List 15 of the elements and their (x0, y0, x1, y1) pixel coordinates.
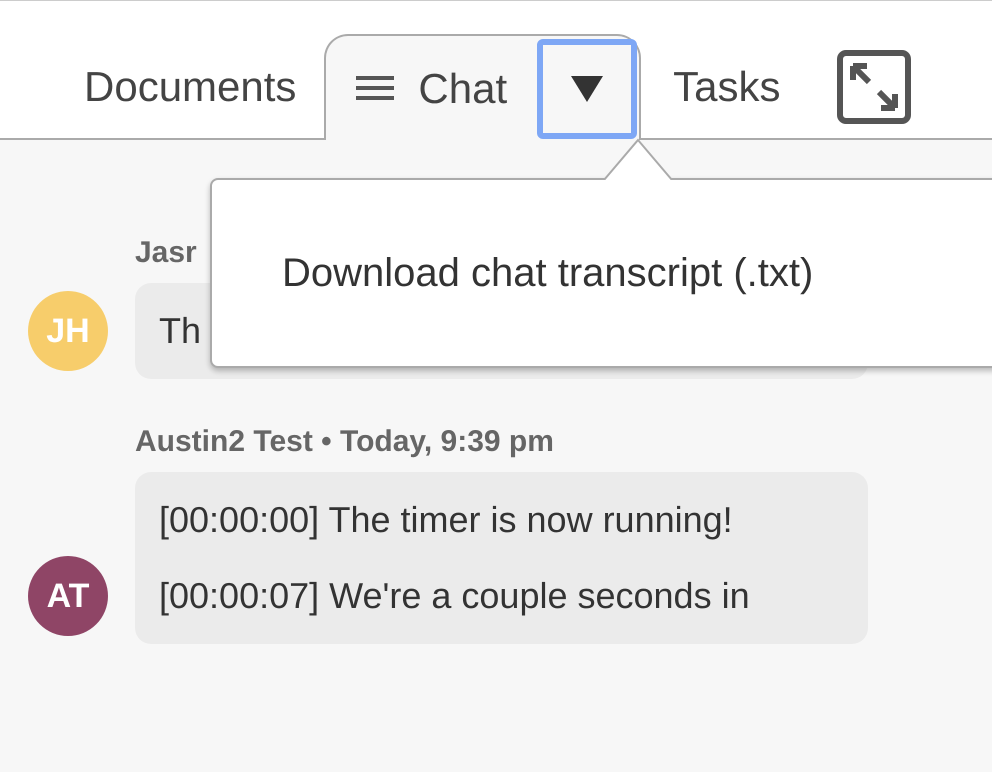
tab[interactable]: Documents (72, 34, 308, 138)
message-sender: Austin2 Test • Today, 9:39 pm (135, 424, 554, 460)
menu-item[interactable]: Download chat transcript (.txt) (282, 243, 814, 303)
avatar: JH (28, 291, 108, 371)
avatar: AT (28, 556, 108, 636)
dropdown-button[interactable] (537, 39, 638, 139)
message-text: [00:00:00] The timer is now running! (159, 498, 734, 542)
tab[interactable]: Tasks (661, 34, 792, 138)
tab[interactable]: Chat (324, 34, 642, 140)
message-sender: Jasr (135, 235, 197, 271)
menu-icon (356, 75, 394, 101)
message-text: Th (159, 309, 202, 353)
caret-icon (571, 76, 604, 102)
expand-icon[interactable] (836, 50, 910, 124)
message-text: [00:00:07] We're a couple seconds in (159, 574, 751, 618)
